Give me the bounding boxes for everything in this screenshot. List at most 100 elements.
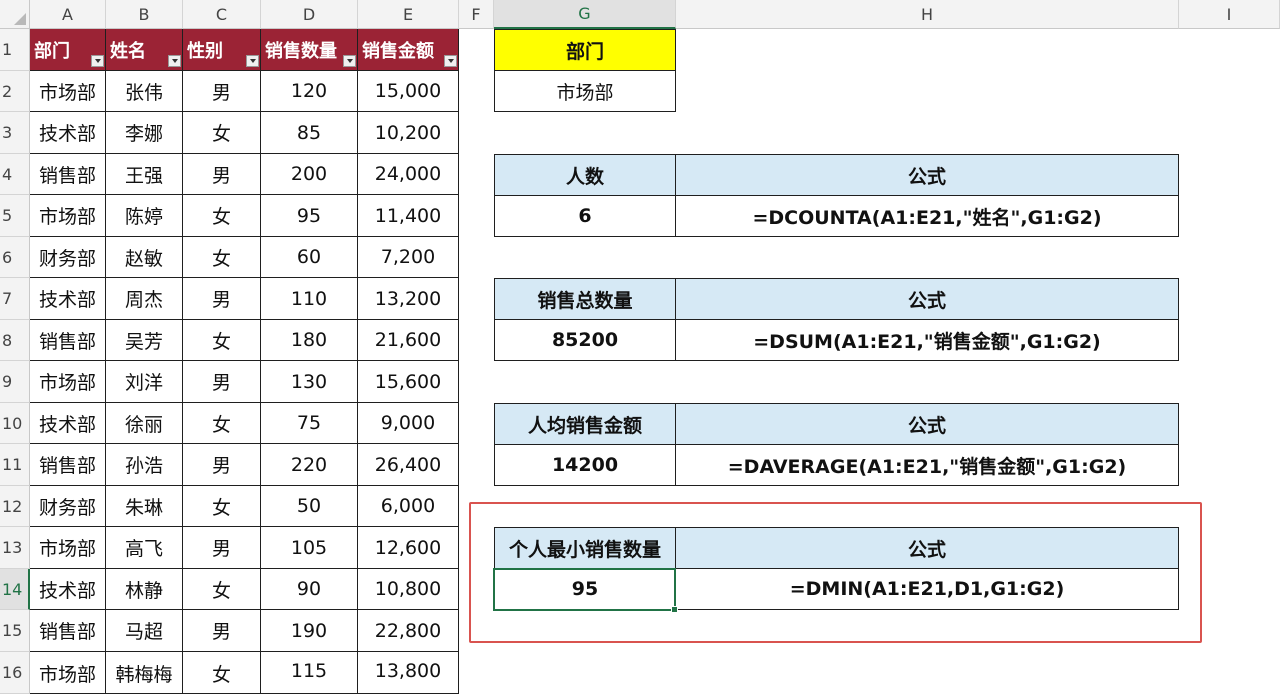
table-cell[interactable]: 60	[261, 237, 358, 278]
filter-dropdown-icon[interactable]	[343, 55, 356, 67]
table-cell[interactable]: 10,200	[358, 112, 459, 154]
table-cell[interactable]: 销售部	[30, 444, 106, 486]
daverage-formula-cell[interactable]: =DAVERAGE(A1:E21,"销售金额",G1:G2)	[675, 444, 1179, 486]
row-header-7[interactable]: 7	[0, 278, 30, 320]
table-cell[interactable]: 技术部	[30, 112, 106, 154]
table-cell[interactable]: 男	[183, 278, 261, 320]
table-cell[interactable]: 市场部	[30, 527, 106, 569]
row-header-2[interactable]: 2	[0, 71, 30, 112]
row-header-3[interactable]: 3	[0, 112, 30, 154]
table-cell[interactable]: 105	[261, 527, 358, 569]
table-cell[interactable]: 韩梅梅	[106, 652, 183, 694]
select-all-corner[interactable]	[0, 0, 30, 29]
header-cell-dept[interactable]: 部门	[30, 29, 106, 71]
formula-label-cell[interactable]: 公式	[675, 403, 1179, 445]
row-header-4[interactable]: 4	[0, 154, 30, 195]
row-header-13[interactable]: 13	[0, 527, 30, 569]
header-cell-qty[interactable]: 销售数量	[261, 29, 358, 71]
table-cell[interactable]: 女	[183, 403, 261, 444]
table-cell[interactable]: 王强	[106, 154, 183, 195]
table-cell[interactable]: 10,800	[358, 569, 459, 610]
column-header-a[interactable]: A	[30, 0, 106, 29]
table-cell[interactable]: 女	[183, 486, 261, 527]
table-cell[interactable]: 市场部	[30, 195, 106, 237]
row-header-1[interactable]: 1	[0, 29, 30, 71]
table-cell[interactable]: 张伟	[106, 71, 183, 112]
filter-dropdown-icon[interactable]	[91, 55, 104, 67]
table-cell[interactable]: 26,400	[358, 444, 459, 486]
column-header-e[interactable]: E	[358, 0, 459, 29]
table-cell[interactable]: 115	[261, 652, 358, 694]
row-header-12[interactable]: 12	[0, 486, 30, 527]
row-header-9[interactable]: 9	[0, 361, 30, 403]
table-cell[interactable]: 130	[261, 361, 358, 403]
table-cell[interactable]: 22,800	[358, 610, 459, 652]
table-cell[interactable]: 女	[183, 195, 261, 237]
table-cell[interactable]: 陈婷	[106, 195, 183, 237]
table-cell[interactable]: 13,800	[358, 652, 459, 694]
table-cell[interactable]: 高飞	[106, 527, 183, 569]
criteria-header-cell[interactable]: 部门	[494, 29, 676, 71]
row-header-15[interactable]: 15	[0, 610, 30, 652]
table-cell[interactable]: 周杰	[106, 278, 183, 320]
dsum-formula-cell[interactable]: =DSUM(A1:E21,"销售金额",G1:G2)	[675, 319, 1179, 361]
table-cell[interactable]: 市场部	[30, 71, 106, 112]
table-cell[interactable]: 男	[183, 527, 261, 569]
table-cell[interactable]: 男	[183, 444, 261, 486]
table-cell[interactable]: 男	[183, 154, 261, 195]
column-header-f[interactable]: F	[459, 0, 494, 29]
row-header-8[interactable]: 8	[0, 320, 30, 361]
table-cell[interactable]: 13,200	[358, 278, 459, 320]
table-cell[interactable]: 21,600	[358, 320, 459, 361]
column-header-g[interactable]: G	[494, 0, 676, 29]
table-cell[interactable]: 林静	[106, 569, 183, 610]
row-header-14[interactable]: 14	[0, 569, 30, 610]
table-cell[interactable]: 男	[183, 610, 261, 652]
header-cell-amount[interactable]: 销售金额	[358, 29, 459, 71]
table-cell[interactable]: 90	[261, 569, 358, 610]
column-header-h[interactable]: H	[676, 0, 1179, 29]
table-cell[interactable]: 24,000	[358, 154, 459, 195]
table-cell[interactable]: 刘洋	[106, 361, 183, 403]
table-cell[interactable]: 6,000	[358, 486, 459, 527]
table-cell[interactable]: 女	[183, 320, 261, 361]
row-header-11[interactable]: 11	[0, 444, 30, 486]
row-header-6[interactable]: 6	[0, 237, 30, 278]
row-header-5[interactable]: 5	[0, 195, 30, 237]
formula-label-cell[interactable]: 公式	[675, 278, 1179, 320]
table-cell[interactable]: 190	[261, 610, 358, 652]
table-cell[interactable]: 75	[261, 403, 358, 444]
table-cell[interactable]: 财务部	[30, 486, 106, 527]
table-cell[interactable]: 12,600	[358, 527, 459, 569]
column-header-d[interactable]: D	[261, 0, 358, 29]
table-cell[interactable]: 女	[183, 652, 261, 694]
total-label-cell[interactable]: 销售总数量	[494, 278, 676, 320]
table-cell[interactable]: 销售部	[30, 320, 106, 361]
table-cell[interactable]: 15,600	[358, 361, 459, 403]
table-cell[interactable]: 120	[261, 71, 358, 112]
filter-dropdown-icon[interactable]	[246, 55, 259, 67]
table-cell[interactable]: 市场部	[30, 361, 106, 403]
average-label-cell[interactable]: 人均销售金额	[494, 403, 676, 445]
table-cell[interactable]: 男	[183, 71, 261, 112]
column-header-b[interactable]: B	[106, 0, 183, 29]
total-value-cell[interactable]: 85200	[494, 319, 676, 361]
average-value-cell[interactable]: 14200	[494, 444, 676, 486]
column-header-c[interactable]: C	[183, 0, 261, 29]
table-cell[interactable]: 95	[261, 195, 358, 237]
header-cell-gender[interactable]: 性别	[183, 29, 261, 71]
table-cell[interactable]: 马超	[106, 610, 183, 652]
table-cell[interactable]: 朱琳	[106, 486, 183, 527]
table-cell[interactable]: 赵敏	[106, 237, 183, 278]
table-cell[interactable]: 85	[261, 112, 358, 154]
table-cell[interactable]: 吴芳	[106, 320, 183, 361]
active-cell-selection[interactable]	[493, 568, 678, 613]
table-cell[interactable]: 15,000	[358, 71, 459, 112]
table-cell[interactable]: 220	[261, 444, 358, 486]
table-cell[interactable]: 女	[183, 112, 261, 154]
formula-label-cell[interactable]: 公式	[675, 154, 1179, 196]
table-cell[interactable]: 110	[261, 278, 358, 320]
column-header-i[interactable]: I	[1179, 0, 1280, 29]
table-cell[interactable]: 200	[261, 154, 358, 195]
row-header-16[interactable]: 16	[0, 652, 30, 694]
